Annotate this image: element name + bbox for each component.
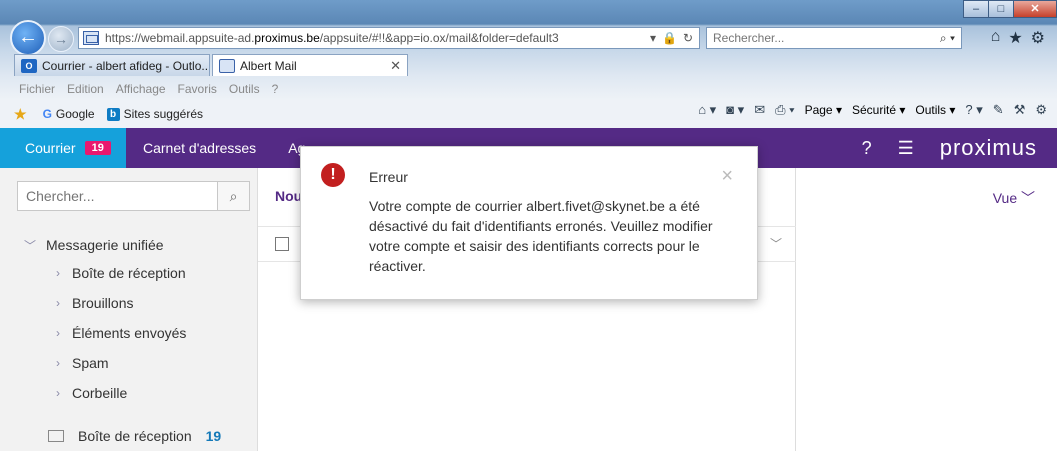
translate-icon[interactable]: ⚒: [1014, 102, 1026, 118]
tab-albert-mail[interactable]: Albert Mail ✕: [212, 54, 408, 76]
url-text: https://webmail.appsuite-ad.proximus.be/…: [105, 31, 559, 45]
menu-outils[interactable]: Outils: [229, 82, 260, 96]
browser-toolbar-icons: ⌂ ★ ⚙: [991, 28, 1045, 48]
menu-edition[interactable]: Edition: [67, 82, 104, 96]
favorite-google[interactable]: G Google: [43, 107, 95, 121]
gear-icon[interactable]: ⚙: [1031, 28, 1045, 48]
search-icon[interactable]: ⌕: [217, 182, 249, 210]
menu-favoris[interactable]: Favoris: [178, 82, 217, 96]
outlook-icon: O: [21, 58, 37, 73]
research-icon[interactable]: ✎: [993, 102, 1004, 118]
folder-sent[interactable]: › Éléments envoyés: [0, 318, 258, 348]
error-dialog: ! Erreur × Votre compte de courrier albe…: [300, 146, 758, 300]
close-window-button[interactable]: ✕: [1013, 0, 1057, 18]
folder-drafts[interactable]: › Brouillons: [0, 288, 258, 318]
chevron-down-icon[interactable]: ﹀: [770, 235, 782, 252]
chevron-right-icon[interactable]: ›: [56, 266, 60, 280]
command-bar: ⌂ ▾ ◙ ▾ ✉ ⎙ ▾ Page ▾ Sécurité ▾ Outils ▾…: [698, 102, 1047, 118]
refresh-icon[interactable]: ↻: [683, 31, 693, 45]
tab-outlook[interactable]: O Courrier - albert afideg - Outlo...: [14, 54, 210, 76]
folder-inbox[interactable]: › Boîte de réception: [0, 258, 258, 288]
chevron-down-icon[interactable]: ﹀: [24, 237, 36, 254]
mail-search-box: ⌕: [17, 181, 250, 211]
error-icon: !: [321, 163, 345, 187]
folder-trash[interactable]: › Corbeille: [0, 378, 258, 408]
mail-search-input[interactable]: [18, 182, 217, 210]
mail-icon: [219, 58, 235, 73]
tab-label: Albert Mail: [240, 58, 297, 73]
folder-sidebar: ⌕ ﹀ Messagerie unifiée › Boîte de récept…: [0, 168, 258, 451]
chevron-right-icon[interactable]: ›: [56, 326, 60, 340]
favorite-suggested-sites[interactable]: b Sites suggérés: [106, 107, 203, 121]
menu-fichier[interactable]: Fichier: [19, 82, 55, 96]
lock-icon[interactable]: 🔒: [662, 31, 677, 45]
close-icon[interactable]: ×: [721, 165, 733, 188]
tools-menu[interactable]: Outils ▾: [915, 103, 955, 117]
browser-search-input[interactable]: [713, 31, 913, 45]
home-icon[interactable]: ⌂ ▾: [698, 102, 716, 118]
window-controls: – □ ✕: [963, 0, 1057, 18]
help-icon[interactable]: ? ▾: [965, 102, 982, 118]
close-tab-icon[interactable]: ✕: [390, 58, 401, 74]
nav-mail-label: Courrier: [25, 140, 76, 156]
mail-read-icon[interactable]: ✉: [754, 102, 765, 118]
inbox-shortcut[interactable]: Boîte de réception 19: [0, 428, 258, 444]
inbox-icon: [48, 430, 64, 442]
security-menu[interactable]: Sécurité ▾: [852, 103, 905, 117]
folder-spam[interactable]: › Spam: [0, 348, 258, 378]
view-menu[interactable]: Vue ﹀: [993, 188, 1035, 208]
address-bar[interactable]: https://webmail.appsuite-ad.proximus.be/…: [78, 27, 700, 49]
address-actions: ▾ 🔒 ↻: [650, 31, 699, 45]
search-dropdown-icon[interactable]: ▾: [650, 31, 656, 45]
favorites-star-icon[interactable]: ★: [1008, 28, 1022, 48]
unified-inbox-folder[interactable]: ﹀ Messagerie unifiée: [0, 232, 258, 258]
menu-icon[interactable]: ☰: [898, 138, 914, 159]
folder-tree: ﹀ Messagerie unifiée › Boîte de réceptio…: [0, 232, 258, 408]
home-icon[interactable]: ⌂: [991, 28, 1001, 48]
menu-affichage[interactable]: Affichage: [116, 82, 166, 96]
proximus-logo: proximus: [939, 135, 1037, 160]
rss-icon[interactable]: ◙ ▾: [726, 102, 744, 118]
favorites-star-icon[interactable]: ★: [14, 106, 31, 123]
dialog-title: Erreur: [369, 169, 408, 185]
inbox-count: 19: [205, 428, 222, 444]
new-mail-button[interactable]: Nou: [275, 188, 302, 204]
dialog-message: Votre compte de courrier albert.fivet@sk…: [369, 198, 713, 274]
unread-badge: 19: [84, 141, 111, 155]
site-icon: [83, 31, 99, 45]
google-icon: G: [42, 107, 52, 121]
chevron-right-icon[interactable]: ›: [56, 356, 60, 370]
search-icon[interactable]: ⌕ ▾: [940, 31, 961, 46]
page-menu[interactable]: Page ▾: [805, 103, 842, 117]
menu-bar: Fichier Edition Affichage Favoris Outils…: [0, 78, 1057, 100]
nav-contacts[interactable]: Carnet d'adresses: [143, 140, 256, 156]
minimize-button[interactable]: –: [963, 0, 989, 18]
chevron-right-icon[interactable]: ›: [56, 386, 60, 400]
browser-chrome: – □ ✕ ← → https://webmail.appsuite-ad.pr…: [0, 0, 1057, 128]
extensions-icon[interactable]: ⚙: [1035, 102, 1047, 118]
chevron-right-icon[interactable]: ›: [56, 296, 60, 310]
reading-pane: Vue ﹀: [796, 168, 1057, 451]
tab-label: Courrier - albert afideg - Outlo...: [42, 58, 210, 73]
nav-mail[interactable]: Courrier 19: [0, 128, 126, 168]
back-arrow-icon[interactable]: ←: [10, 20, 46, 56]
help-icon[interactable]: ?: [862, 138, 872, 159]
tab-strip: O Courrier - albert afideg - Outlo... Al…: [14, 54, 410, 76]
app-top-actions: ? ☰ proximus: [862, 128, 1037, 168]
maximize-button[interactable]: □: [988, 0, 1014, 18]
menu-help[interactable]: ?: [272, 82, 279, 96]
browser-search-box[interactable]: ⌕ ▾: [706, 27, 962, 49]
select-all-checkbox[interactable]: [275, 237, 289, 251]
printer-icon[interactable]: ⎙ ▾: [775, 102, 794, 118]
bing-icon: b: [106, 107, 120, 121]
forward-arrow-icon[interactable]: →: [48, 26, 74, 52]
